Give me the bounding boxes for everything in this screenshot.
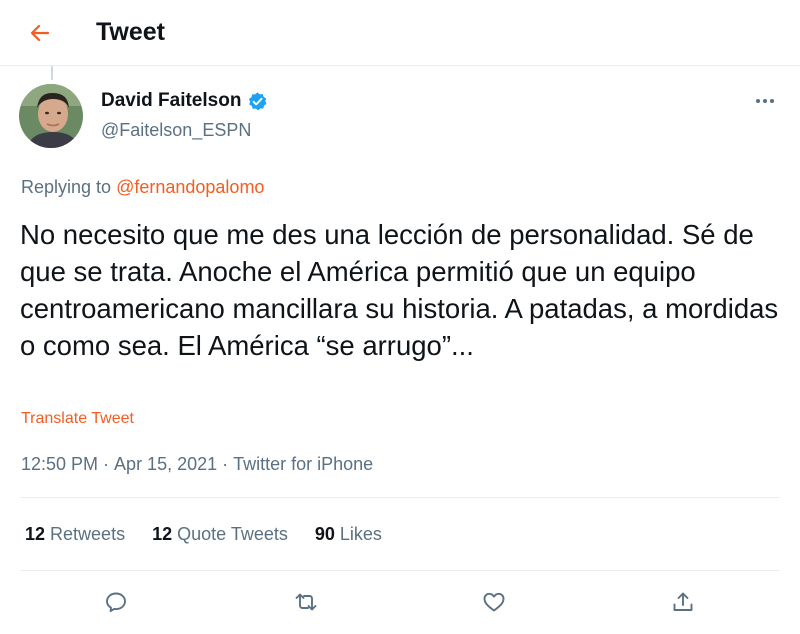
tweet-metadata: 12:50 PM · Apr 15, 2021 · Twitter for iP… <box>21 452 373 476</box>
reply-icon <box>106 592 126 612</box>
tweet-time[interactable]: 12:50 PM <box>21 452 98 476</box>
author-name-text: David Faitelson <box>101 90 242 111</box>
tweet-actions <box>0 586 800 618</box>
translate-tweet-link[interactable]: Translate Tweet <box>21 408 134 430</box>
reply-mention-link[interactable]: @fernandopalomo <box>116 177 264 197</box>
retweet-button[interactable] <box>290 586 322 618</box>
page-title: Tweet <box>96 18 165 46</box>
likes-stat[interactable]: 90 Likes <box>315 522 382 546</box>
quote-tweets-label: Quote Tweets <box>177 524 288 544</box>
back-button[interactable] <box>24 17 56 49</box>
like-button[interactable] <box>478 586 510 618</box>
meta-separator: · <box>103 454 110 474</box>
like-icon <box>483 592 505 612</box>
retweets-label: Retweets <box>50 524 126 544</box>
reply-context: Replying to @fernandopalomo <box>21 175 264 199</box>
divider <box>20 570 780 571</box>
reply-context-prefix: Replying to <box>21 177 112 197</box>
share-icon <box>673 592 693 611</box>
share-button[interactable] <box>667 586 699 618</box>
quote-tweets-stat[interactable]: 12 Quote Tweets <box>152 522 288 546</box>
verified-badge-icon <box>247 91 268 112</box>
meta-separator: · <box>222 454 229 474</box>
divider <box>20 497 780 498</box>
tweet-text: No necesito que me des una lección de pe… <box>20 219 779 361</box>
quote-tweets-count: 12 <box>152 524 173 544</box>
avatar-image <box>19 84 83 148</box>
arrow-left-icon <box>30 24 50 42</box>
likes-count: 90 <box>314 524 335 544</box>
author-handle[interactable]: @Faitelson_ESPN <box>101 118 251 142</box>
more-options-button[interactable] <box>748 86 782 116</box>
tweet-source[interactable]: Twitter for iPhone <box>233 452 373 476</box>
thread-connector <box>51 66 53 80</box>
retweets-count: 12 <box>25 524 46 544</box>
retweets-stat[interactable]: 12 Retweets <box>25 522 125 546</box>
tweet-stats: 12 Retweets 12 Quote Tweets 90 Likes <box>25 522 409 546</box>
page-header: Tweet <box>0 0 800 66</box>
likes-label: Likes <box>339 524 382 544</box>
more-horizontal-icon <box>756 99 760 103</box>
retweet-icon <box>295 593 317 611</box>
avatar[interactable] <box>19 84 83 148</box>
author-name[interactable]: David Faitelson <box>101 89 268 113</box>
tweet-date[interactable]: Apr 15, 2021 <box>114 452 217 476</box>
reply-button[interactable] <box>100 586 132 618</box>
